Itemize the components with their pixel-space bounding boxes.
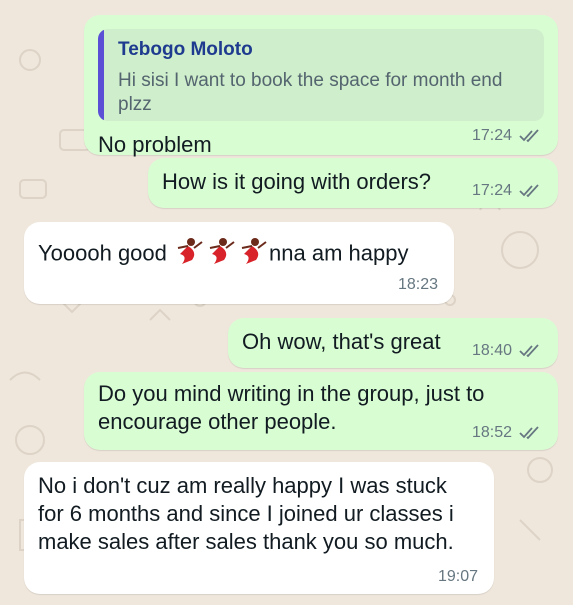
reply-quote[interactable]: Tebogo Moloto Hi sisi I want to book the… (98, 29, 544, 121)
reply-quote-bar (98, 29, 104, 121)
message-bubble-outgoing[interactable]: Oh wow, that's great 18:40 (228, 318, 558, 368)
message-text: Do you mind writing in the group, just t… (98, 381, 485, 434)
message-meta: 17:24 (472, 182, 542, 200)
dancer-emoji (206, 236, 236, 273)
read-receipt-icon (519, 129, 539, 143)
message-time: 18:40 (471, 342, 512, 359)
read-receipt-icon (519, 426, 539, 440)
reply-quote-text: Hi sisi I want to book the space for mon… (118, 70, 503, 115)
message-time: 19:07 (437, 568, 478, 585)
message-text: No i don't cuz am really happy I was stu… (38, 473, 454, 554)
dancer-emoji (238, 236, 268, 273)
message-bubble-outgoing[interactable]: How is it going with orders? 17:24 (148, 158, 558, 208)
message-time: 17:24 (471, 127, 512, 144)
reply-quote-author: Tebogo Moloto (118, 39, 253, 60)
message-text: How is it going with orders? (162, 169, 432, 194)
message-text-end: nna am happy (269, 240, 409, 266)
message-bubble-outgoing[interactable]: Tebogo Moloto Hi sisi I want to book the… (84, 15, 558, 157)
read-receipt-icon (519, 344, 539, 358)
message-meta: 19:07 (438, 568, 478, 586)
message-text: Yooooh good nna am happy (38, 236, 408, 273)
message-meta: 18:52 (472, 424, 542, 442)
message-meta: 18:23 (398, 276, 438, 294)
message-text-start: Yooooh good (38, 240, 167, 266)
message-meta: 18:40 (472, 342, 542, 360)
message-bubble-incoming[interactable]: No i don't cuz am really happy I was stu… (24, 462, 494, 594)
message-bubble-outgoing[interactable]: Do you mind writing in the group, just t… (84, 372, 558, 450)
message-time: 18:23 (397, 276, 438, 293)
dancer-emoji (174, 236, 204, 273)
message-meta: 17:24 (472, 127, 542, 145)
message-text: No problem (98, 132, 212, 157)
message-bubble-incoming[interactable]: Yooooh good nna am happy 18:23 (24, 222, 454, 304)
read-receipt-icon (519, 184, 539, 198)
message-text: Oh wow, that's great (242, 329, 441, 354)
message-time: 17:24 (471, 182, 512, 199)
message-time: 18:52 (471, 424, 512, 441)
